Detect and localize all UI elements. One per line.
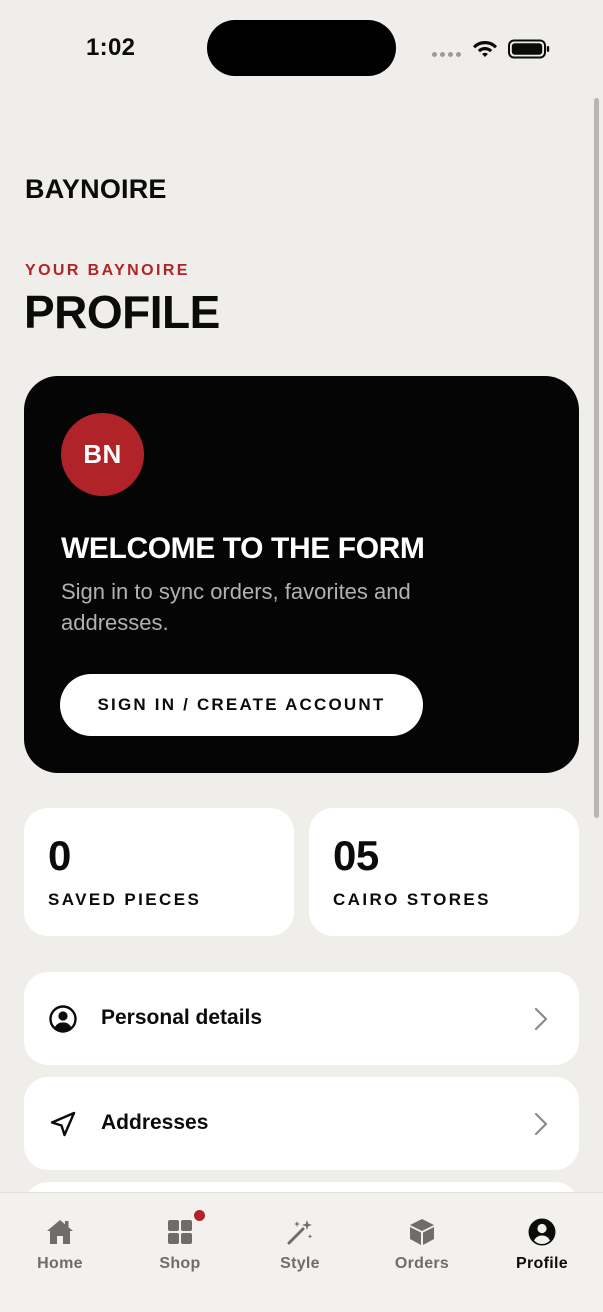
tab-home[interactable]: Home: [0, 1193, 120, 1312]
chevron-right-icon: [534, 1112, 548, 1136]
tab-label-shop: Shop: [159, 1255, 201, 1272]
status-bar: 1:02: [0, 0, 603, 96]
status-time: 1:02: [86, 34, 136, 61]
tab-label-orders: Orders: [394, 1255, 450, 1272]
magic-wand-icon: [287, 1220, 313, 1245]
welcome-card: BN WELCOME TO THE FORM Sign in to sync o…: [24, 376, 579, 773]
dynamic-island: [207, 20, 396, 76]
scroll-indicator[interactable]: [594, 98, 599, 818]
tab-label-profile: Profile: [516, 1255, 568, 1272]
tab-label-style: Style: [280, 1255, 320, 1272]
cairo-stores-label: CAIRO STORES: [333, 890, 491, 909]
user-circle-icon: [49, 1005, 77, 1033]
home-icon: [47, 1220, 73, 1244]
profile-screen: 1:02 BAYNOIRE YOUR BAYNOIRE PROFILE BN W…: [0, 0, 603, 1312]
saved-pieces-count: 0: [48, 832, 71, 879]
sign-in-button[interactable]: SIGN IN / CREATE ACCOUNT: [60, 674, 423, 736]
tab-bar: Home Shop Style Orders Profile: [0, 1192, 603, 1312]
welcome-subtitle: Sign in to sync orders, favorites and ad…: [61, 579, 411, 635]
wifi-icon: [473, 41, 497, 57]
tab-orders[interactable]: Orders: [362, 1193, 482, 1312]
tab-style[interactable]: Style: [240, 1193, 360, 1312]
box-icon: [410, 1219, 434, 1245]
menu-item-personal-details[interactable]: Personal details: [24, 972, 579, 1065]
menu-label-personal-details: Personal details: [101, 1006, 263, 1029]
menu-item-addresses[interactable]: Addresses: [24, 1077, 579, 1170]
page-eyebrow: YOUR BAYNOIRE: [25, 262, 190, 279]
saved-pieces-label: SAVED PIECES: [48, 890, 202, 909]
cairo-stores-card[interactable]: 05 CAIRO STORES: [309, 808, 579, 936]
tab-label-home: Home: [37, 1255, 83, 1272]
avatar: BN: [61, 413, 144, 496]
brand-logo: BAYNOIRE: [25, 174, 167, 204]
chevron-right-icon: [534, 1007, 548, 1031]
welcome-title: WELCOME TO THE FORM: [61, 532, 425, 565]
grid-icon: [168, 1220, 192, 1244]
saved-pieces-card[interactable]: 0 SAVED PIECES: [24, 808, 294, 936]
battery-icon: [508, 39, 550, 59]
shop-badge-dot: [194, 1210, 205, 1221]
tab-profile[interactable]: Profile: [482, 1193, 602, 1312]
page-title: PROFILE: [24, 286, 220, 338]
tab-shop[interactable]: Shop: [120, 1193, 240, 1312]
cellular-signal-icon: [432, 52, 461, 57]
person-icon: [528, 1218, 556, 1246]
menu-label-addresses: Addresses: [101, 1111, 209, 1134]
cairo-stores-count: 05: [333, 832, 379, 879]
navigation-arrow-icon: [50, 1111, 76, 1137]
